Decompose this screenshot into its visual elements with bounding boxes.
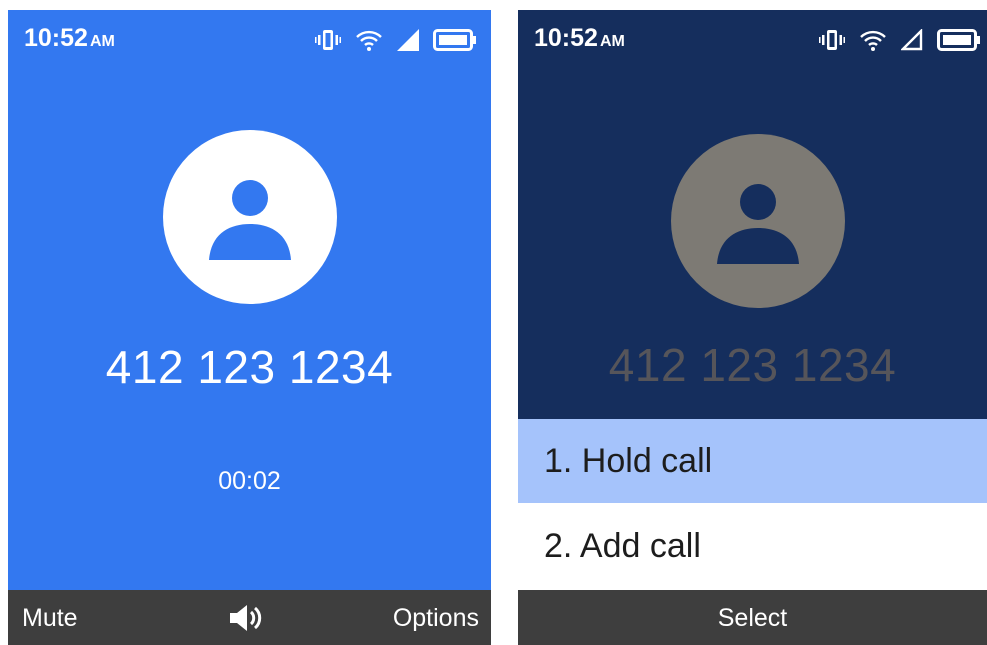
- call-timer: 00:02: [218, 467, 281, 495]
- softkey-bar: Mute Options: [8, 590, 491, 645]
- status-icons: [819, 28, 981, 52]
- softkey-bar: Select: [518, 590, 987, 645]
- menu-item-hold-call[interactable]: 1. Hold call: [518, 419, 987, 503]
- wifi-icon: [860, 30, 886, 51]
- person-icon: [717, 184, 799, 264]
- mute-softkey[interactable]: Mute: [22, 604, 78, 633]
- select-softkey[interactable]: Select: [518, 604, 987, 633]
- speaker-icon[interactable]: [228, 603, 264, 640]
- options-softkey[interactable]: Options: [393, 604, 479, 633]
- options-menu: 1. Hold call 2. Add call: [518, 419, 987, 590]
- wifi-icon: [356, 30, 382, 51]
- signal-icon: [901, 29, 923, 51]
- menu-item-add-call[interactable]: 2. Add call: [518, 503, 987, 590]
- status-bar: 10:52 AM: [8, 10, 491, 68]
- status-bar: 10:52 AM: [518, 10, 987, 68]
- status-icons: [315, 28, 477, 52]
- status-time: 10:52 AM: [534, 24, 625, 52]
- options-menu-screen: 10:52 AM 412 123 1234 1. Hold call 2. Ad…: [518, 10, 987, 645]
- phone-number: 412 123 1234: [105, 341, 394, 393]
- status-time: 10:52 AM: [24, 24, 115, 52]
- battery-icon: [937, 29, 980, 51]
- contact-avatar: [671, 134, 845, 308]
- contact-avatar: [163, 130, 337, 304]
- signal-icon: [397, 29, 419, 51]
- vibrate-icon: [819, 30, 845, 50]
- vibrate-icon: [315, 30, 341, 50]
- person-icon: [209, 180, 291, 260]
- battery-icon: [433, 29, 476, 51]
- phone-number: 412 123 1234: [608, 339, 897, 391]
- active-call-screen: 10:52 AM 412 123 1234 00:02 Mute Options: [8, 10, 491, 645]
